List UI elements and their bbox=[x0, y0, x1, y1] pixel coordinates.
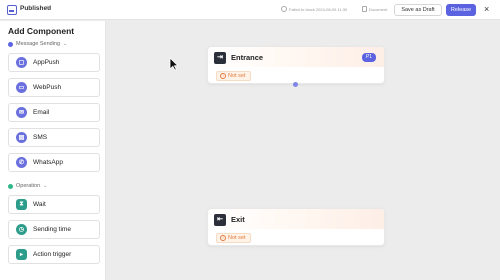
component-apppush[interactable]: ▢ AppPush bbox=[8, 53, 100, 72]
node-title: Exit bbox=[231, 215, 245, 224]
node-title: Entrance bbox=[231, 53, 264, 62]
release-button[interactable]: Release bbox=[446, 4, 476, 16]
component-action-trigger[interactable]: ▸ Action trigger bbox=[8, 245, 100, 264]
entrance-node[interactable]: ⇥ Entrance P1 ! Not set bbox=[207, 46, 385, 84]
clock-icon bbox=[281, 6, 287, 12]
node-status-label: Not set bbox=[228, 73, 246, 79]
component-sending-time[interactable]: ◷ Sending time bbox=[8, 220, 100, 239]
chevron-down-icon: ⌄ bbox=[43, 183, 48, 189]
close-icon[interactable]: × bbox=[484, 3, 489, 15]
component-label: AppPush bbox=[33, 59, 60, 66]
entrance-output-port[interactable] bbox=[293, 82, 298, 87]
component-email[interactable]: ✉ Email bbox=[8, 103, 100, 122]
edit-icon[interactable]: ✎ bbox=[46, 5, 51, 12]
section-operation[interactable]: Operation ⌄ bbox=[8, 183, 47, 189]
app-push-icon: ▢ bbox=[16, 57, 27, 68]
component-label: Email bbox=[33, 109, 50, 116]
component-label: WebPush bbox=[33, 84, 62, 91]
trigger-icon: ▸ bbox=[16, 249, 27, 260]
journey-icon bbox=[7, 5, 17, 15]
sms-icon: ▤ bbox=[16, 132, 27, 143]
flow-canvas[interactable]: ⇥ Entrance P1 ! Not set ⇤ Exit ! Not set bbox=[106, 21, 500, 280]
node-status: ! Not set bbox=[216, 233, 252, 243]
component-webpush[interactable]: ▭ WebPush bbox=[8, 78, 100, 97]
sidebar-title: Add Component bbox=[8, 26, 75, 36]
exit-node[interactable]: ⇤ Exit ! Not set bbox=[207, 208, 385, 246]
top-bar: Published ✎ Failed to block 2024-08-09 1… bbox=[0, 0, 500, 20]
section-dot-icon bbox=[8, 183, 13, 189]
node-status: ! Not set bbox=[216, 71, 252, 81]
component-wait[interactable]: ⧗ Wait bbox=[8, 195, 100, 214]
component-label: SMS bbox=[33, 134, 48, 141]
warning-icon: ! bbox=[220, 235, 226, 241]
mouse-cursor-icon bbox=[169, 57, 179, 71]
clock-icon: ◷ bbox=[16, 224, 27, 235]
last-saved-text: Failed to block 2024-08-09 11:30 bbox=[289, 7, 348, 12]
component-label: WhatsApp bbox=[33, 159, 63, 166]
priority-badge: P1 bbox=[362, 53, 376, 62]
component-sms[interactable]: ▤ SMS bbox=[8, 128, 100, 147]
document-link[interactable]: Document bbox=[369, 7, 387, 12]
web-push-icon: ▭ bbox=[16, 82, 27, 93]
section-dot-icon bbox=[8, 41, 13, 47]
component-sidebar: Add Component Message Sending ⌄ ▢ AppPus… bbox=[0, 21, 106, 280]
node-status-label: Not set bbox=[228, 235, 246, 241]
whatsapp-icon: ✆ bbox=[16, 157, 27, 168]
component-whatsapp[interactable]: ✆ WhatsApp bbox=[8, 153, 100, 172]
section-message-sending[interactable]: Message Sending ⌄ bbox=[8, 41, 67, 47]
document-icon[interactable] bbox=[362, 6, 367, 12]
hourglass-icon: ⧗ bbox=[16, 199, 27, 210]
component-label: Sending time bbox=[33, 226, 71, 233]
entrance-icon: ⇥ bbox=[214, 52, 226, 64]
exit-icon: ⇤ bbox=[214, 214, 226, 226]
email-icon: ✉ bbox=[16, 107, 27, 118]
warning-icon: ! bbox=[220, 73, 226, 79]
section-label: Message Sending bbox=[16, 41, 61, 47]
component-label: Action trigger bbox=[33, 251, 72, 258]
save-as-draft-button[interactable]: Save as Draft bbox=[394, 4, 442, 16]
section-label: Operation bbox=[16, 183, 41, 189]
chevron-down-icon: ⌄ bbox=[63, 41, 68, 47]
component-label: Wait bbox=[33, 201, 46, 208]
